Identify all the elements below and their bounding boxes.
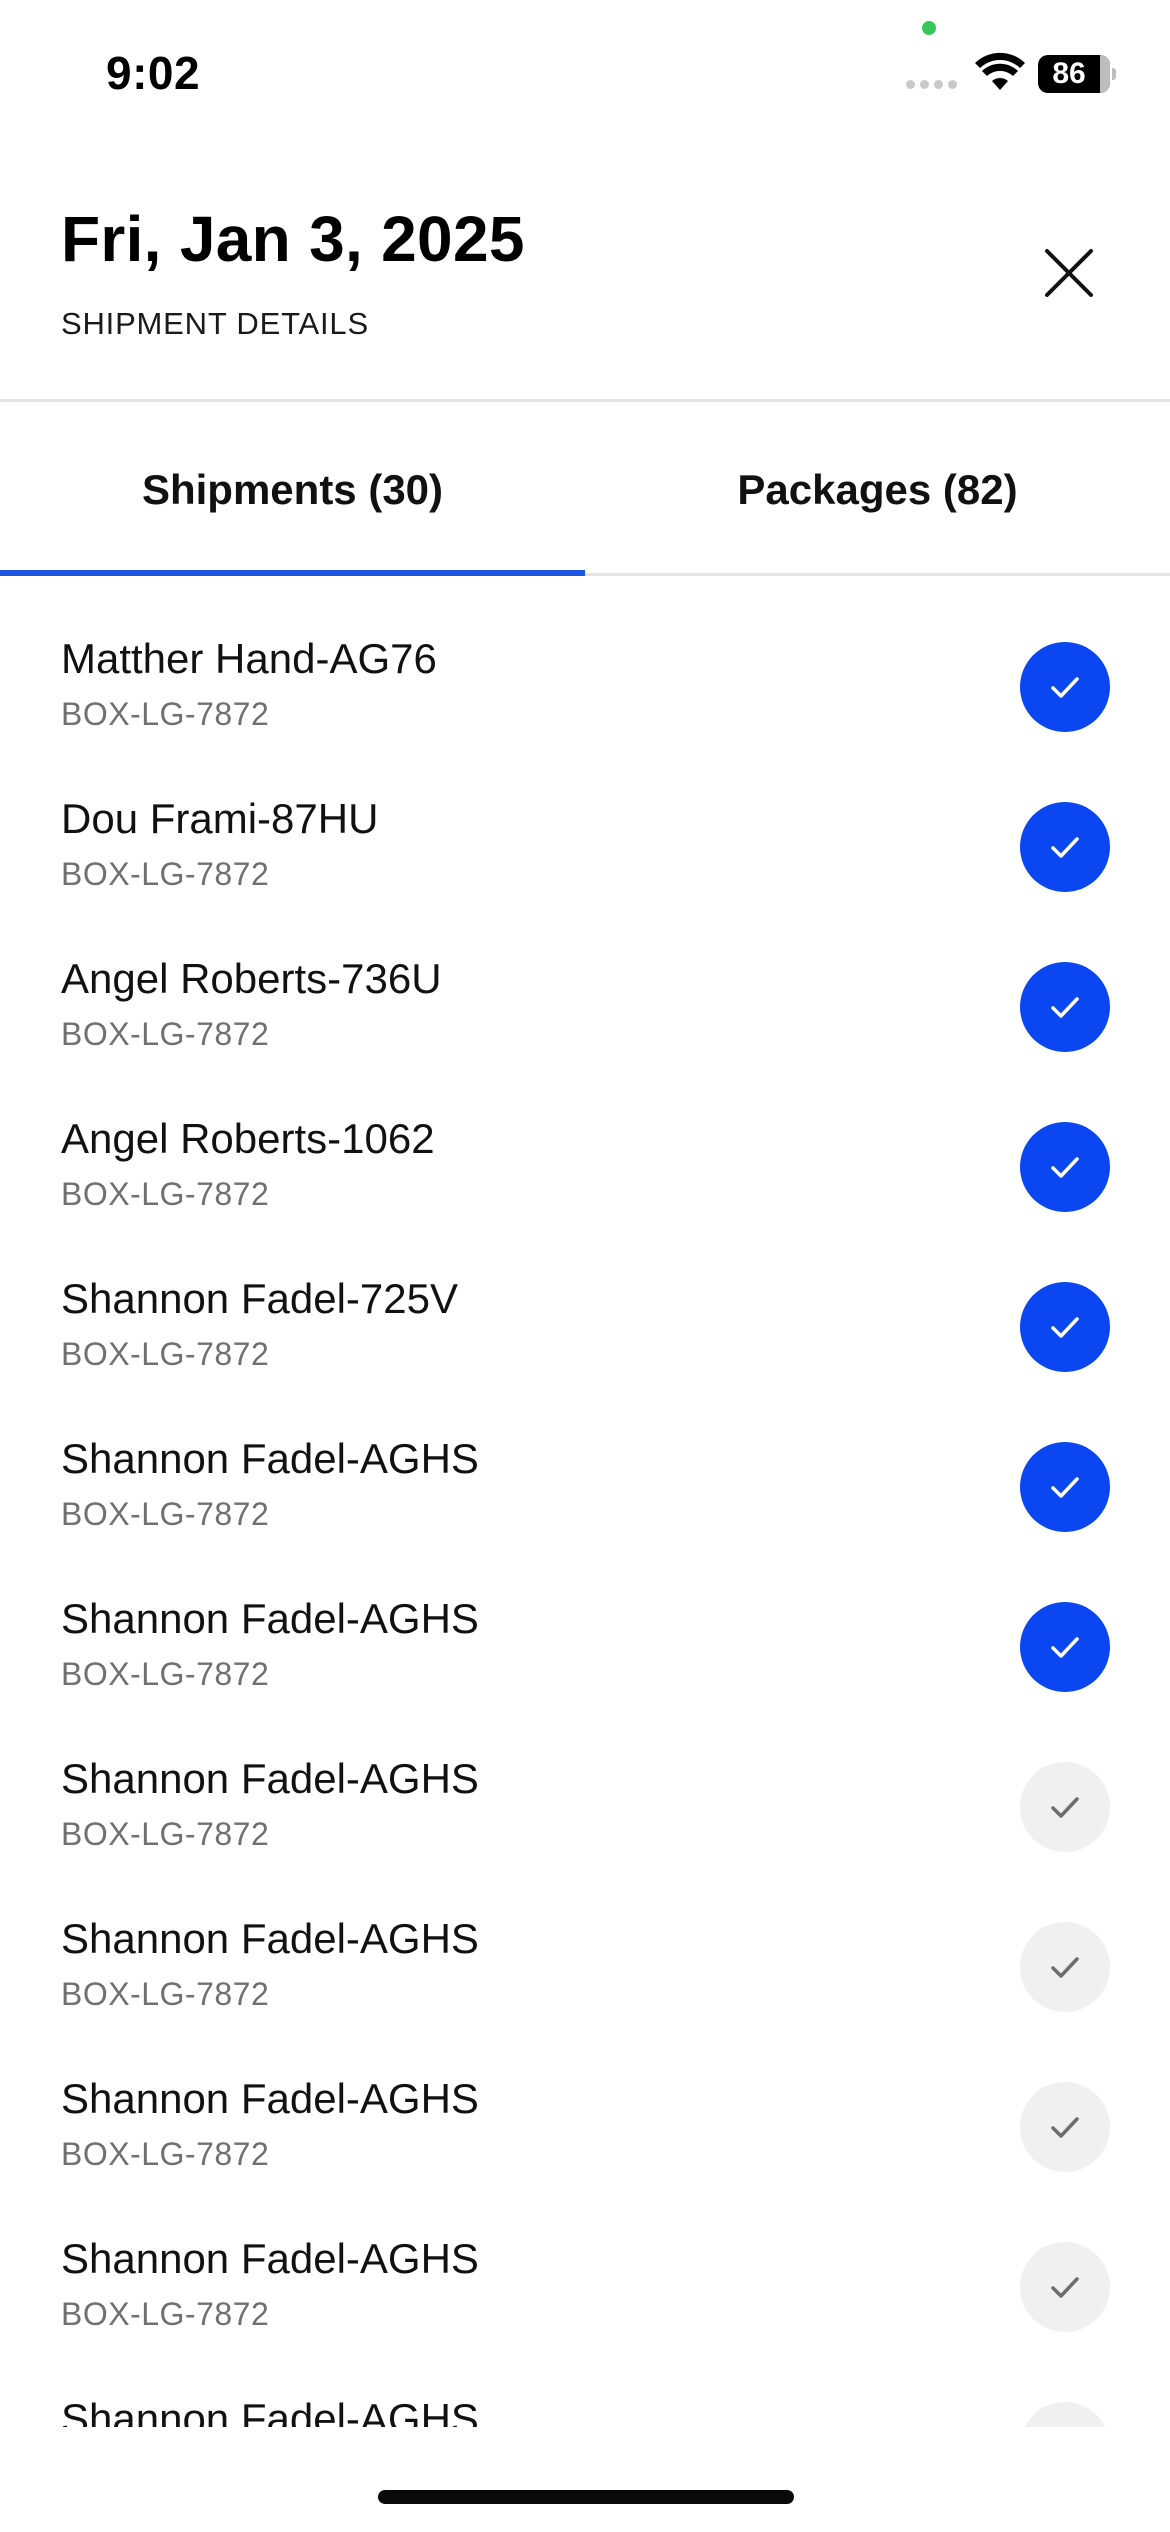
shipment-name: Shannon Fadel-AGHS — [61, 2075, 479, 2122]
checkmark-icon — [1051, 2277, 1079, 2298]
checkmark-icon — [1051, 837, 1079, 858]
checked-toggle[interactable] — [1020, 1282, 1110, 1372]
shipment-box-id: BOX-LG-7872 — [61, 696, 270, 732]
screen: 9:02 86 Fri, Jan 3, 2025 SHIPMENT DETAIL… — [0, 0, 1170, 2532]
checked-toggle[interactable] — [1020, 1602, 1110, 1692]
checkmark-icon — [1051, 677, 1079, 698]
unchecked-toggle[interactable] — [1020, 1762, 1110, 1852]
unchecked-toggle[interactable] — [1020, 2242, 1110, 2332]
shipment-row[interactable]: Shannon Fadel-AGHSBOX-LG-7872 — [0, 2339, 1170, 2427]
tab-bar: Shipments (30) Packages (82) — [0, 404, 1170, 576]
shipment-name: Angel Roberts-736U — [61, 955, 442, 1002]
shipment-box-id: BOX-LG-7872 — [61, 1656, 270, 1692]
battery-icon: 86 — [1038, 55, 1116, 93]
shipment-name: Shannon Fadel-725V — [61, 1275, 458, 1322]
shipment-row[interactable]: Dou Frami-87HU BOX-LG-7872 — [0, 739, 1170, 899]
shipment-name: Shannon Fadel-AGHS — [61, 2235, 479, 2282]
shipment-box-id: BOX-LG-7872 — [61, 1496, 270, 1532]
checked-toggle[interactable] — [1020, 1122, 1110, 1212]
checkmark-icon — [1051, 1477, 1079, 1498]
close-icon — [1045, 249, 1093, 297]
home-indicator[interactable] — [378, 2490, 794, 2504]
shipment-box-id: BOX-LG-7872 — [61, 856, 270, 892]
unchecked-toggle[interactable] — [1020, 1922, 1110, 2012]
shipment-row[interactable]: Shannon Fadel-AGHS BOX-LG-7872 — [0, 1699, 1170, 1859]
checked-toggle[interactable] — [1020, 1442, 1110, 1532]
shipment-name: Angel Roberts-1062 — [61, 1115, 435, 1162]
tab-packages[interactable]: Packages (82) — [585, 404, 1170, 576]
active-tab-indicator — [0, 570, 585, 576]
status-time: 9:02 — [106, 47, 201, 99]
header: Fri, Jan 3, 2025 SHIPMENT DETAILS — [0, 140, 1170, 402]
shipment-name: Shannon Fadel-AGHS — [61, 2395, 479, 2427]
wifi-icon — [975, 52, 1025, 90]
cellular-signal-icon — [906, 80, 957, 89]
page-title: Fri, Jan 3, 2025 — [61, 203, 525, 275]
unchecked-toggle[interactable] — [1020, 2402, 1110, 2427]
shipment-name: Matther Hand-AG76 — [61, 635, 437, 682]
shipment-row[interactable]: Shannon Fadel-725V BOX-LG-7872 — [0, 1219, 1170, 1379]
checkmark-icon — [1051, 1957, 1079, 1978]
shipment-row[interactable]: Matther Hand-AG76 BOX-LG-7872 — [0, 579, 1170, 739]
shipment-row[interactable]: Shannon Fadel-AGHS BOX-LG-7872 — [0, 1859, 1170, 2019]
shipment-name: Shannon Fadel-AGHS — [61, 1915, 479, 1962]
checkmark-icon — [1051, 1157, 1079, 1178]
shipment-box-id: BOX-LG-7872 — [61, 2136, 270, 2172]
shipment-name: Shannon Fadel-AGHS — [61, 1755, 479, 1802]
shipment-row[interactable]: Shannon Fadel-AGHS BOX-LG-7872 — [0, 2019, 1170, 2179]
tab-shipments[interactable]: Shipments (30) — [0, 404, 585, 576]
checkmark-icon — [1051, 2117, 1079, 2138]
page-subtitle: SHIPMENT DETAILS — [61, 306, 369, 341]
shipment-name: Dou Frami-87HU — [61, 795, 379, 842]
status-bar: 9:02 86 — [0, 0, 1170, 140]
shipment-row[interactable]: Shannon Fadel-AGHS BOX-LG-7872 — [0, 2179, 1170, 2339]
checkmark-icon — [1051, 1317, 1079, 1338]
shipment-row[interactable]: Angel Roberts-736U BOX-LG-7872 — [0, 899, 1170, 1059]
close-button[interactable] — [1036, 240, 1102, 306]
shipment-box-id: BOX-LG-7872 — [61, 1976, 270, 2012]
bottom-safe-area — [0, 2427, 1170, 2532]
shipment-name: Shannon Fadel-AGHS — [61, 1435, 479, 1482]
checkmark-icon — [1051, 997, 1079, 1018]
shipment-box-id: BOX-LG-7872 — [61, 1176, 270, 1212]
unchecked-toggle[interactable] — [1020, 2082, 1110, 2172]
shipment-row[interactable]: Angel Roberts-1062 BOX-LG-7872 — [0, 1059, 1170, 1219]
shipment-box-id: BOX-LG-7872 — [61, 1016, 270, 1052]
checkmark-icon — [1051, 1797, 1079, 1818]
privacy-indicator-dot — [922, 21, 936, 35]
shipment-row[interactable]: Shannon Fadel-AGHS BOX-LG-7872 — [0, 1379, 1170, 1539]
tab-packages-label: Packages (82) — [737, 466, 1018, 513]
shipment-list[interactable]: Matther Hand-AG76 BOX-LG-7872 Dou Frami-87… — [0, 579, 1170, 2427]
shipment-box-id: BOX-LG-7872 — [61, 1336, 270, 1372]
checked-toggle[interactable] — [1020, 962, 1110, 1052]
checked-toggle[interactable] — [1020, 802, 1110, 892]
shipment-box-id: BOX-LG-7872 — [61, 1816, 270, 1852]
checkmark-icon — [1051, 1637, 1079, 1658]
checked-toggle[interactable] — [1020, 642, 1110, 732]
tab-shipments-label: Shipments (30) — [141, 466, 444, 513]
shipment-box-id: BOX-LG-7872 — [61, 2296, 270, 2332]
shipment-name: Shannon Fadel-AGHS — [61, 1595, 479, 1642]
battery-level: 86 — [1052, 57, 1086, 90]
shipment-row[interactable]: Shannon Fadel-AGHS BOX-LG-7872 — [0, 1539, 1170, 1699]
